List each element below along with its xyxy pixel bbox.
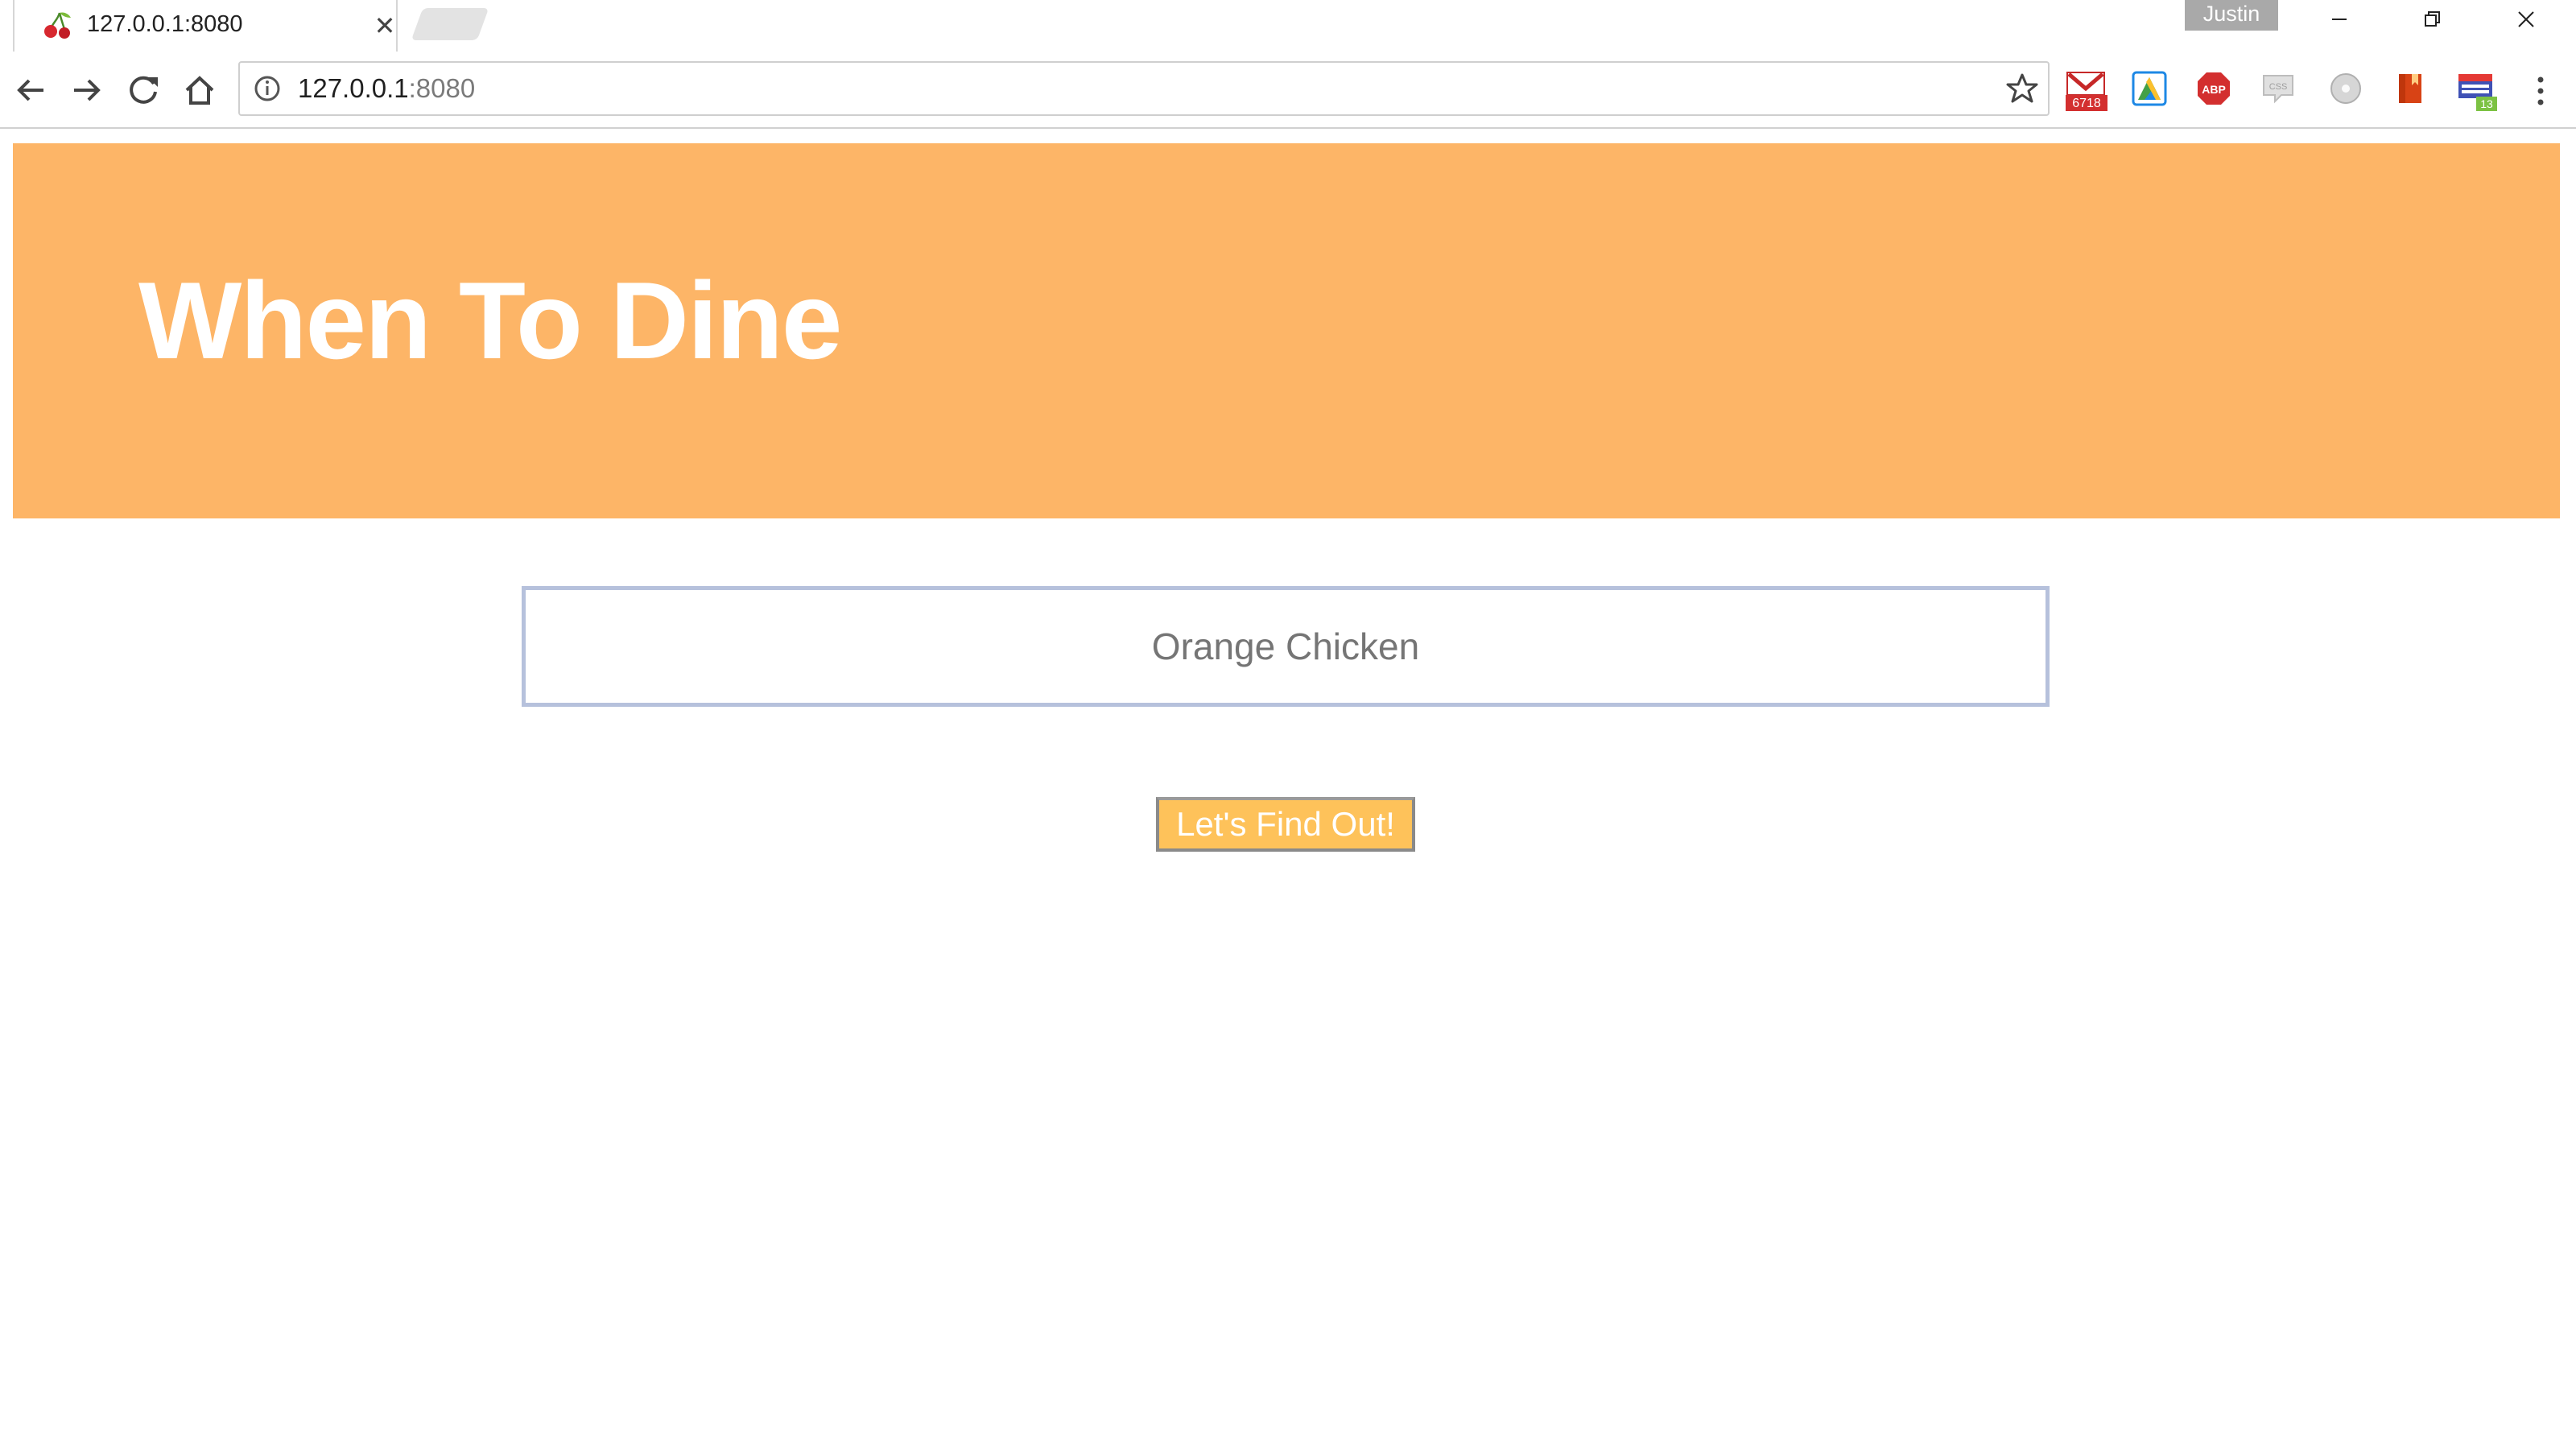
browser-toolbar: 127.0.0.1:8080 6718 ABP CSS 13: [0, 52, 2576, 129]
back-arrow-icon[interactable]: [6, 66, 55, 114]
tab-manager-badge: 13: [2480, 97, 2493, 110]
address-bar[interactable]: 127.0.0.1:8080: [238, 61, 2050, 116]
restore-icon[interactable]: [2386, 0, 2479, 45]
food-search-input[interactable]: [522, 586, 2050, 707]
css-viewer-icon[interactable]: CSS: [2260, 71, 2301, 111]
tab-title: 127.0.0.1:8080: [87, 11, 243, 37]
find-out-button[interactable]: Let's Find Out!: [1156, 797, 1415, 852]
url-port: :8080: [408, 73, 476, 103]
new-tab-icon[interactable]: [411, 8, 489, 40]
info-icon[interactable]: [253, 74, 282, 103]
bookmark-ext-icon[interactable]: [2392, 71, 2433, 111]
header-banner: When To Dine: [13, 143, 2560, 518]
abp-label: ABP: [2202, 83, 2226, 96]
close-icon[interactable]: ✕: [369, 10, 401, 42]
page-title: When To Dine: [138, 259, 842, 382]
url-host: 127.0.0.1: [298, 73, 409, 103]
star-icon[interactable]: [2006, 72, 2038, 105]
tab-manager-icon[interactable]: 13: [2457, 71, 2497, 111]
google-drive-icon[interactable]: [2132, 71, 2172, 111]
disc-icon[interactable]: [2328, 71, 2368, 111]
forward-arrow-icon[interactable]: [63, 66, 111, 114]
reload-icon[interactable]: [119, 66, 167, 114]
profile-button[interactable]: Justin: [2185, 0, 2278, 31]
url-text: 127.0.0.1:8080: [298, 71, 475, 106]
home-icon[interactable]: [175, 66, 224, 114]
browser-tab[interactable]: 127.0.0.1:8080 ✕: [13, 0, 398, 52]
css-label: CSS: [2269, 82, 2288, 92]
tab-strip: 127.0.0.1:8080 ✕ Justin: [0, 0, 2576, 52]
window-close-icon[interactable]: [2479, 0, 2573, 45]
adblock-plus-icon[interactable]: ABP: [2196, 71, 2236, 111]
more-vert-icon[interactable]: [2524, 72, 2557, 109]
gmail-badge: 6718: [2072, 97, 2101, 110]
gmail-icon[interactable]: 6718: [2066, 71, 2107, 111]
minimize-icon[interactable]: [2293, 0, 2386, 45]
cherry-icon: [44, 12, 71, 39]
